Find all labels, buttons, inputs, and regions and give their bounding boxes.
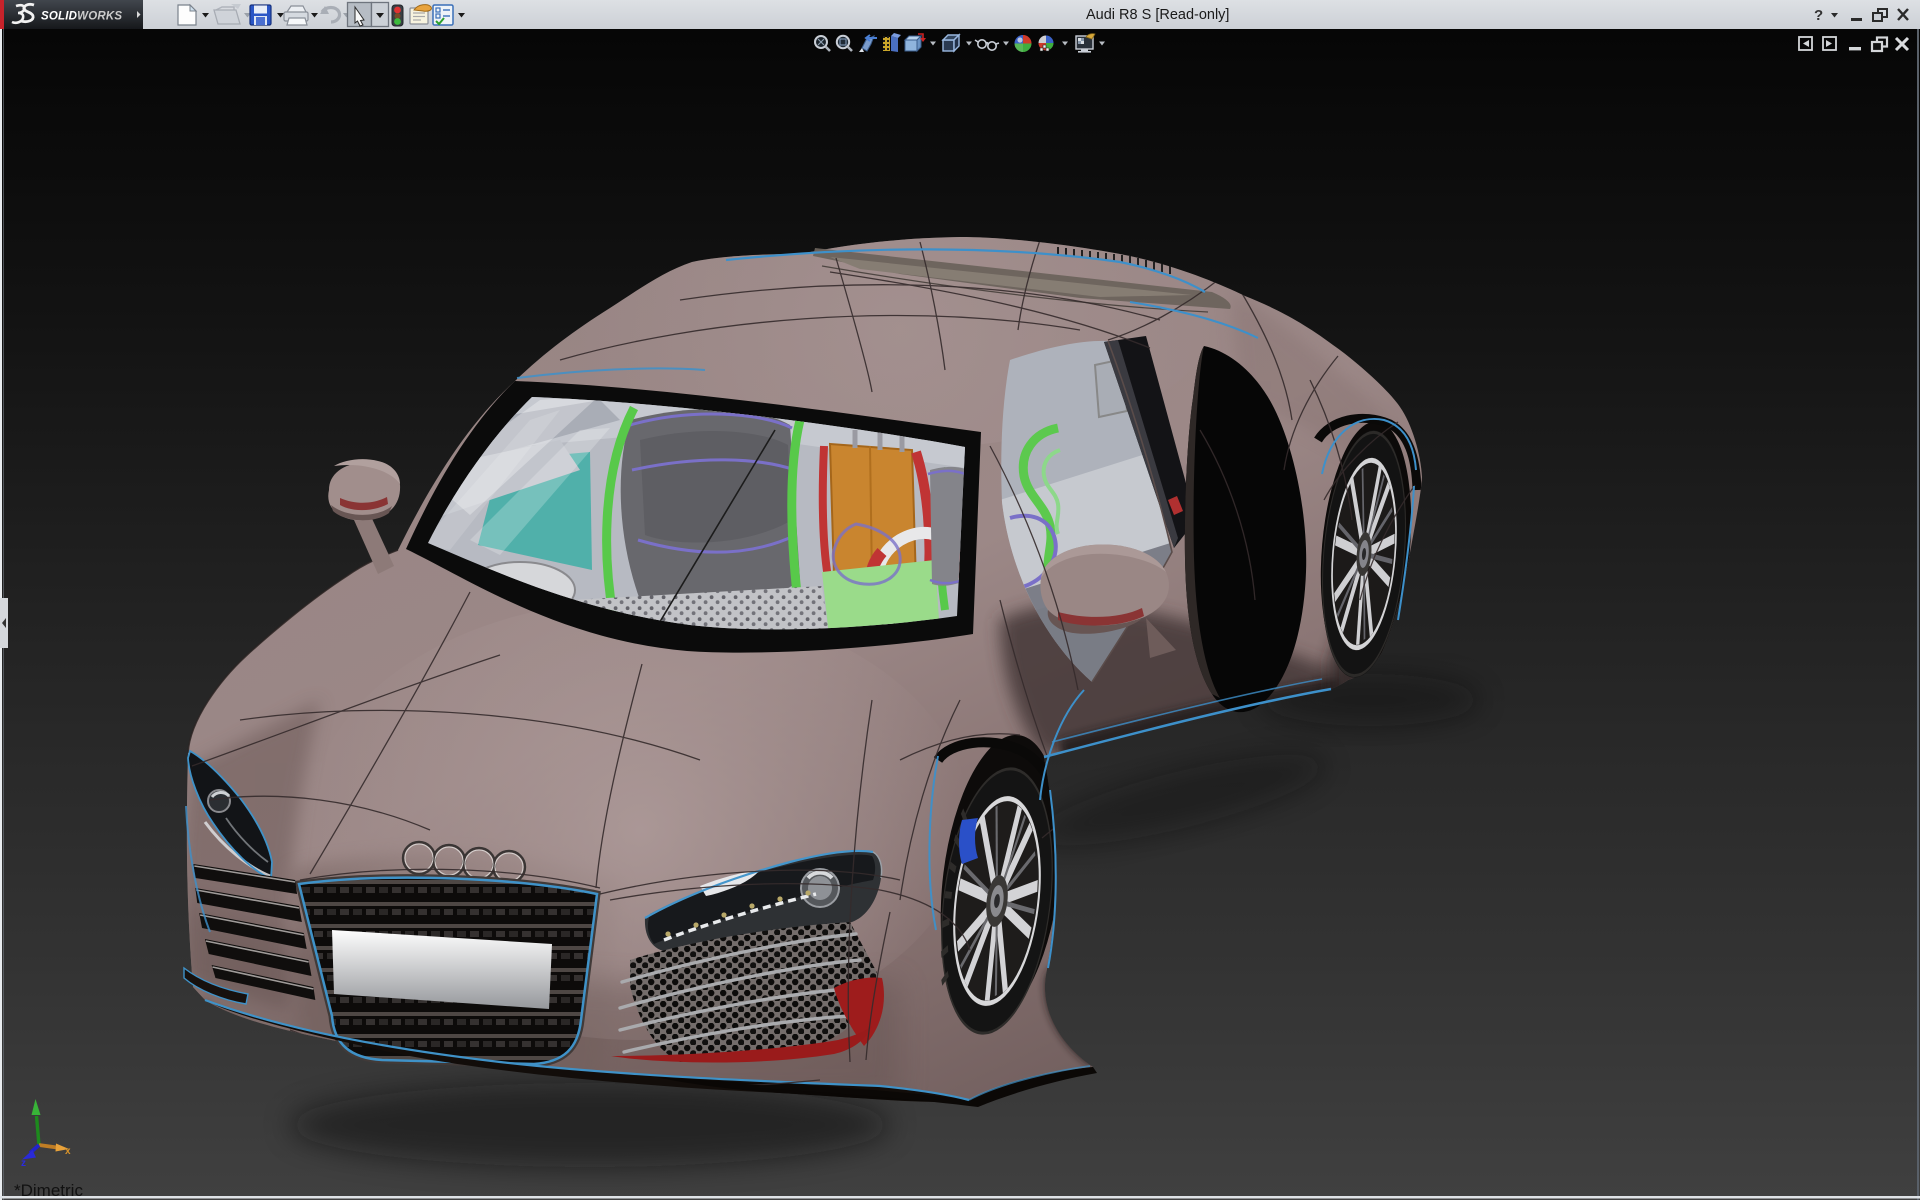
svg-text:?: ?	[1814, 7, 1823, 24]
svg-text:SOLIDWORKS: SOLIDWORKS	[41, 11, 122, 23]
svg-text:z: z	[21, 1158, 26, 1169]
svg-text:x: x	[65, 1146, 71, 1157]
